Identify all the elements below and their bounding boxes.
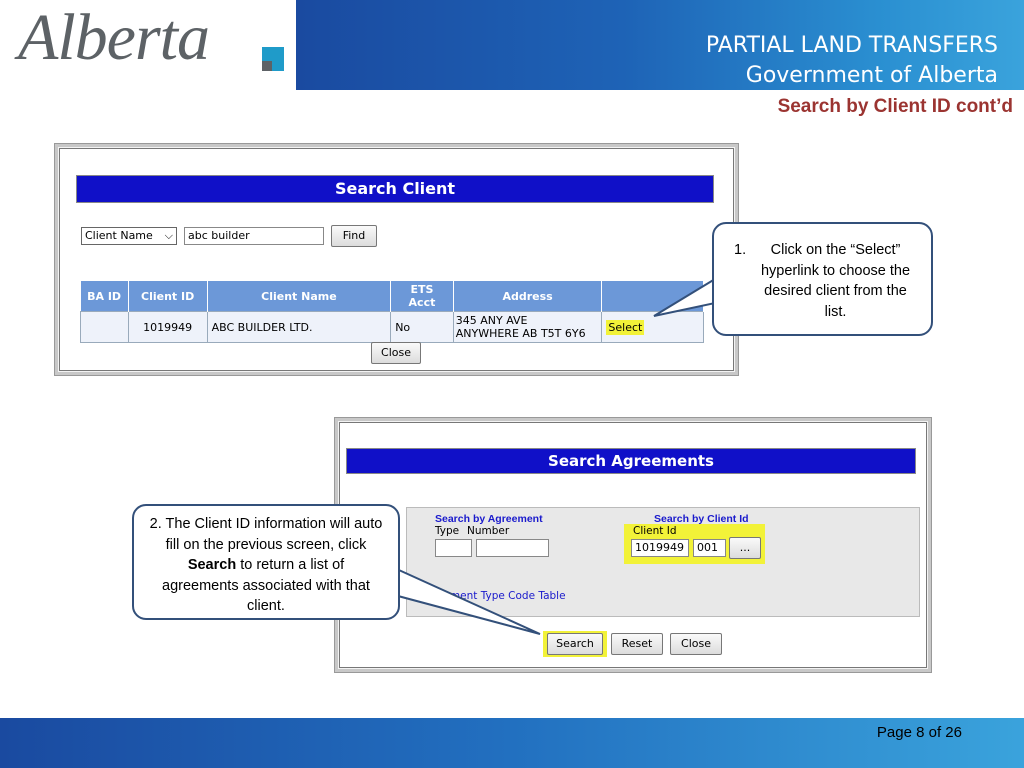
criteria-select[interactable]: Client Name ⌵ [81, 227, 177, 245]
callout1-text: Click on the “Select” hyperlink to choos… [760, 242, 911, 320]
cell-ba-id [80, 311, 129, 343]
client-suffix-input[interactable]: 001 [693, 539, 726, 557]
criteria-select-value: Client Name [85, 229, 153, 242]
callout1: 1. Click on the “Select” hyperlink to ch… [712, 222, 933, 336]
alberta-logo-mark-icon [262, 47, 284, 71]
type-label: Type [435, 525, 460, 537]
callout2-text-before: 2. The Client ID information will auto f… [149, 516, 383, 553]
col-ets-acct: ETS Acct [390, 281, 454, 312]
close-button[interactable]: Close [371, 342, 421, 364]
header-title-line2: Government of Alberta [745, 63, 998, 88]
callout2: 2. The Client ID information will auto f… [132, 504, 400, 620]
address-line1: 345 ANY AVE [455, 314, 528, 327]
col-client-name: Client Name [207, 281, 392, 312]
agreement-number-input[interactable] [476, 539, 549, 557]
table-row: 1019949 ABC BUILDER LTD. No 345 ANY AVE … [80, 311, 704, 343]
address-line2: ANYWHERE AB T5T 6Y6 [455, 327, 586, 340]
by-agreement-label: Search by Agreement [435, 513, 543, 525]
header-title: PARTIAL LAND TRANSFERS Government of Alb… [706, 31, 998, 91]
callout1-pointer-arrow [653, 274, 721, 317]
client-id-label: Client Id [633, 525, 677, 537]
slide-subtitle: Search by Client ID cont’d [777, 96, 1013, 117]
client-lookup-button[interactable]: ... [729, 537, 761, 559]
results-header-row: BA ID Client ID Client Name ETS Acct Add… [80, 281, 704, 312]
alberta-logo: Alberta [18, 1, 210, 74]
close-button[interactable]: Close [670, 633, 722, 655]
chevron-down-icon: ⌵ [164, 229, 173, 242]
callout2-pointer [388, 564, 541, 635]
agreement-type-input[interactable] [435, 539, 472, 557]
callout2-pointer-arrow [388, 564, 541, 635]
col-address: Address [453, 281, 603, 312]
search-client-heading: Search Client [76, 175, 714, 203]
search-agreements-heading: Search Agreements [346, 448, 916, 474]
callout1-number: 1. [734, 242, 747, 258]
col-client-id: Client ID [128, 281, 208, 312]
reset-button[interactable]: Reset [611, 633, 663, 655]
callout2-text-bold: Search [187, 557, 237, 573]
page-number: Page 8 of 26 [876, 724, 962, 741]
header-title-line1: PARTIAL LAND TRANSFERS [705, 33, 998, 58]
cell-client-name: ABC BUILDER LTD. [206, 311, 392, 343]
cell-ets-acct: No [390, 311, 454, 343]
select-link[interactable]: Select [606, 319, 645, 335]
client-id-input[interactable]: 1019949 [631, 539, 689, 557]
search-input[interactable]: abc builder [184, 227, 324, 245]
search-client-screenshot: Search Client Client Name ⌵ abc builder … [54, 143, 739, 376]
footer-bar [0, 718, 1024, 768]
results-table: BA ID Client ID Client Name ETS Acct Add… [80, 281, 704, 343]
search-client-window: Search Client Client Name ⌵ abc builder … [59, 148, 734, 371]
number-label: Number [467, 525, 510, 537]
find-button[interactable]: Find [331, 225, 377, 247]
cell-address: 345 ANY AVE ANYWHERE AB T5T 6Y6 [452, 311, 603, 343]
cell-client-id: 1019949 [127, 311, 208, 343]
col-ba-id: BA ID [80, 281, 129, 312]
